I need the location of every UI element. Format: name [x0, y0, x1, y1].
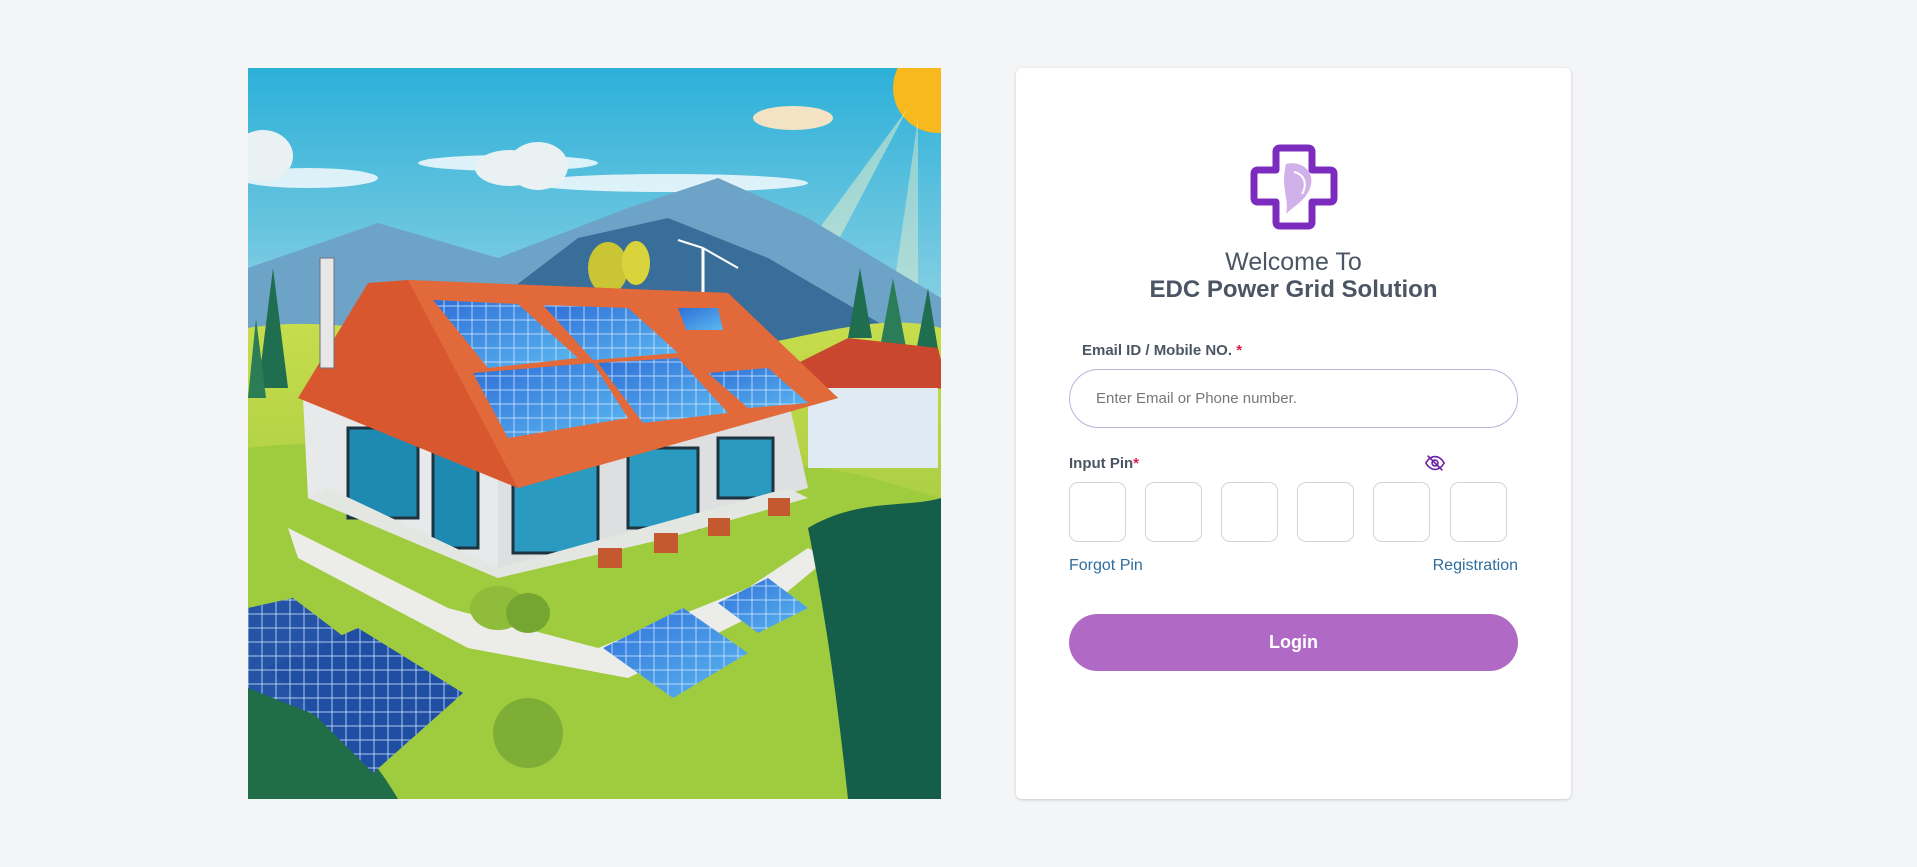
email-required-mark: * [1236, 342, 1243, 359]
pin-digit-2[interactable] [1145, 482, 1202, 542]
solar-house-illustration [248, 68, 941, 799]
email-label: Email ID / Mobile NO. * [1082, 342, 1242, 359]
pin-required-mark: * [1133, 455, 1139, 472]
email-label-text: Email ID / Mobile NO. [1082, 342, 1233, 359]
email-input[interactable] [1069, 369, 1518, 428]
pin-label: Input Pin* [1069, 455, 1139, 472]
login-page: Welcome To EDC Power Grid Solution Email… [0, 0, 1917, 867]
welcome-text: Welcome To [1225, 248, 1362, 276]
pin-digit-6[interactable] [1450, 482, 1507, 542]
pin-digit-3[interactable] [1221, 482, 1278, 542]
pin-digit-1[interactable] [1069, 482, 1126, 542]
company-name: EDC Power Grid Solution [1149, 276, 1438, 303]
registration-link[interactable]: Registration [1433, 557, 1518, 575]
forgot-pin-link[interactable]: Forgot Pin [1069, 557, 1143, 575]
login-card: Welcome To EDC Power Grid Solution Email… [1016, 68, 1571, 799]
eye-slash-icon[interactable] [1424, 452, 1446, 474]
pin-digit-5[interactable] [1373, 482, 1430, 542]
medical-cross-logo-icon [1250, 142, 1338, 230]
pin-label-text: Input Pin [1069, 455, 1134, 472]
pin-digit-4[interactable] [1297, 482, 1354, 542]
login-button[interactable]: Login [1069, 614, 1518, 671]
